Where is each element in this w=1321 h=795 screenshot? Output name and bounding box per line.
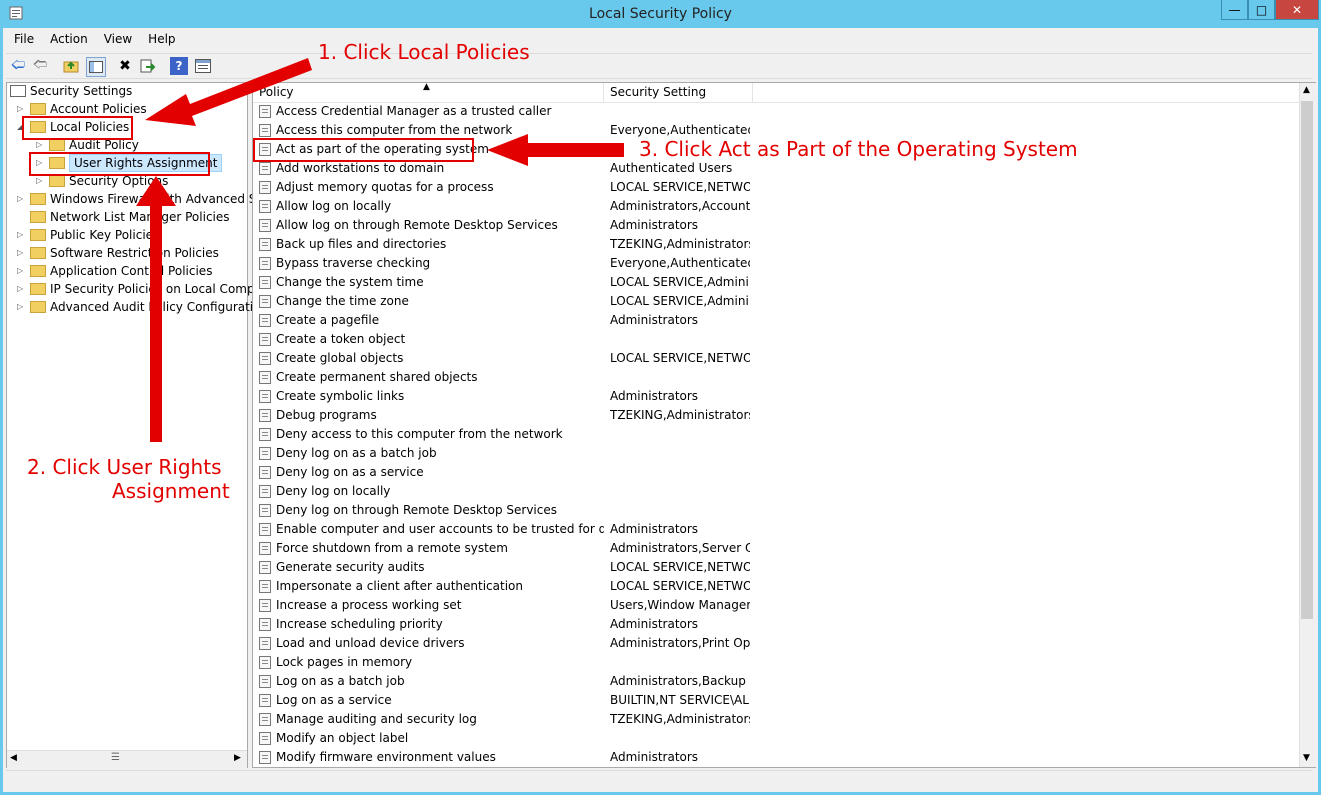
annotation-step-2-line-1: 2. Click User Rights [27,455,222,479]
annotation-step-3: 3. Click Act as Part of the Operating Sy… [639,137,1078,161]
annotation-step-1: 1. Click Local Policies [318,40,530,64]
annotation-arrows [136,58,624,442]
arrow-to-local-policies [145,58,312,126]
annotation-step-2-line-2: Assignment [112,479,230,503]
arrow-to-act-as-part [487,134,624,166]
arrow-to-user-rights-assignment [136,176,176,442]
